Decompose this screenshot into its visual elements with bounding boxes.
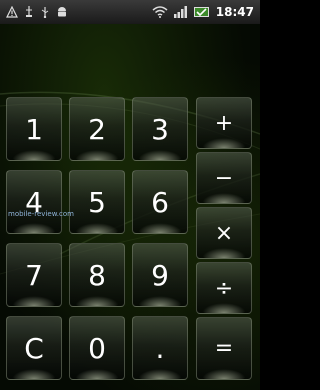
multiply-button[interactable]: × [196, 207, 252, 259]
add-button[interactable]: + [196, 97, 252, 149]
status-bar: 18:47 [0, 0, 260, 24]
status-clock: 18:47 [215, 5, 254, 19]
wifi-icon [152, 3, 168, 22]
calculator-screen: 1 2 3 4 5 6 7 8 9 C 0 . + − × ÷ = mobile… [0, 24, 260, 390]
subtract-button[interactable]: − [196, 152, 252, 204]
android-icon [56, 3, 68, 22]
usb-icon [24, 3, 34, 22]
key-9[interactable]: 9 [132, 243, 188, 307]
key-2[interactable]: 2 [69, 97, 125, 161]
battery-icon [193, 3, 210, 22]
key-0[interactable]: 0 [69, 316, 125, 380]
key-5[interactable]: 5 [69, 170, 125, 234]
key-1[interactable]: 1 [6, 97, 62, 161]
warning-icon [6, 3, 18, 22]
watermark-text: mobile-review.com [8, 210, 74, 218]
system-icons: 18:47 [152, 3, 254, 22]
key-4[interactable]: 4 [6, 170, 62, 234]
usb-debug-icon [40, 3, 50, 22]
equals-button[interactable]: = [196, 317, 252, 380]
divide-button[interactable]: ÷ [196, 262, 252, 314]
key-8[interactable]: 8 [69, 243, 125, 307]
signal-icon [173, 3, 188, 22]
notification-icons [6, 3, 68, 22]
decimal-button[interactable]: . [132, 316, 188, 380]
key-3[interactable]: 3 [132, 97, 188, 161]
key-6[interactable]: 6 [132, 170, 188, 234]
key-7[interactable]: 7 [6, 243, 62, 307]
clear-button[interactable]: C [6, 316, 62, 380]
